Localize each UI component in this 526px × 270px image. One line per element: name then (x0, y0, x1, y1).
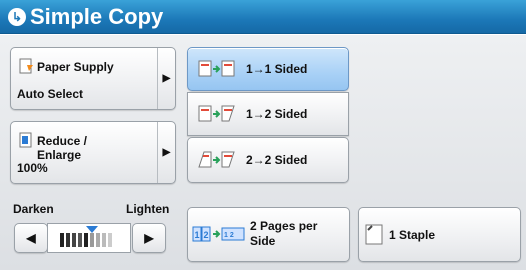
one-to-two-sided-icon (198, 105, 235, 122)
one-to-one-sided-icon (198, 60, 235, 77)
reduce-enlarge-label: Reduce / Enlarge (37, 134, 88, 162)
page-title: Simple Copy (30, 3, 164, 29)
svg-text:1: 1 (195, 230, 200, 240)
simple-copy-app-icon: ↳ (8, 7, 26, 26)
lighten-arrow-right-icon: ▶ (144, 231, 154, 245)
darken-arrow-left-icon: ◀ (26, 231, 36, 245)
reduce-enlarge-value: 100% (17, 161, 48, 175)
paper-supply-button[interactable]: Paper Supply Auto Select ▶ (10, 47, 176, 110)
sided-1-1-button[interactable]: 1→1 Sided (187, 47, 349, 91)
pages-per-side-icon: 1 2 1 2 (192, 226, 245, 242)
density-scale-icon (60, 226, 112, 247)
sided-2-2-button[interactable]: 2→2 Sided (187, 137, 349, 183)
lighten-button[interactable]: ▶ (132, 223, 166, 253)
reduce-enlarge-chevron-right-icon: ▶ (157, 122, 175, 183)
reduce-enlarge-icon (19, 132, 35, 153)
pages-per-side-button[interactable]: 1 2 1 2 2 Pages per Side (187, 207, 350, 262)
paper-supply-chevron-right-icon: ▶ (157, 48, 175, 109)
sided-2-2-label: 2→2 Sided (246, 153, 308, 167)
darken-button[interactable]: ◀ (14, 223, 48, 253)
paper-supply-icon (19, 58, 35, 79)
paper-supply-label: Paper Supply (37, 60, 114, 74)
staple-button[interactable]: 1 Staple (358, 207, 521, 262)
reduce-enlarge-button[interactable]: Reduce / Enlarge 100% ▶ (10, 121, 176, 184)
svg-text:2: 2 (204, 230, 209, 240)
sided-1-2-button[interactable]: 1→2 Sided (187, 92, 349, 136)
sided-1-2-label: 1→2 Sided (246, 107, 308, 121)
sided-1-1-label: 1→1 Sided (246, 62, 308, 76)
darken-label: Darken (13, 202, 54, 216)
lighten-label: Lighten (126, 202, 170, 216)
two-to-two-sided-icon (198, 151, 235, 168)
paper-supply-value: Auto Select (17, 87, 84, 101)
svg-text:1 2: 1 2 (224, 232, 234, 239)
staple-icon (365, 224, 383, 245)
staple-label: 1 Staple (389, 228, 436, 242)
pages-per-side-label: 2 Pages per Side (250, 219, 318, 248)
title-bar: ↳ Simple Copy (0, 0, 526, 34)
density-slider[interactable] (47, 223, 131, 253)
